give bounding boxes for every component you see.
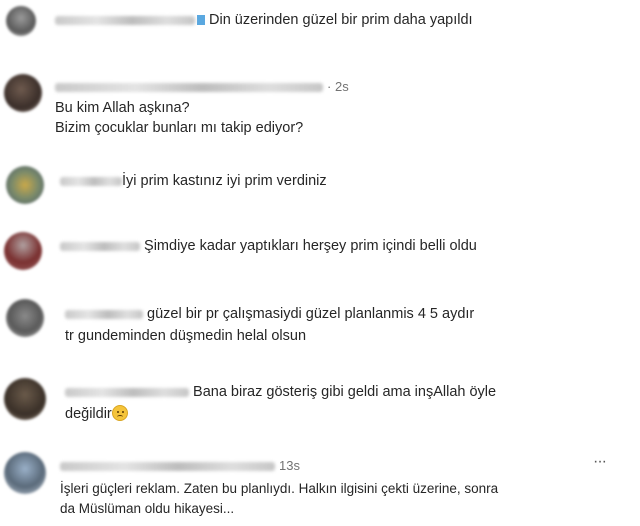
avatar[interactable] — [4, 452, 46, 494]
comment-text-row: Şimdiye kadar yaptıkları herşey prim içi… — [60, 237, 477, 255]
username-redacted[interactable] — [60, 241, 140, 251]
username-redacted[interactable] — [65, 387, 189, 397]
timestamp: 13s — [279, 458, 300, 473]
comment-text-row: İyi prim kastınız iyi prim verdiniz — [60, 172, 327, 190]
comment-text-row: güzel bir pr çalışmasiydi güzel planlanm… — [65, 305, 474, 323]
comment-text: da Müslüman oldu hikayesi... — [60, 501, 235, 516]
comment-text: İyi prim kastınız iyi prim verdiniz — [122, 173, 327, 189]
comment-text: Şimdiye kadar yaptıkları herşey prim içi… — [144, 238, 477, 254]
avatar[interactable] — [4, 378, 46, 420]
more-options-icon[interactable]: ··· — [593, 453, 607, 471]
comment-text: Bu kim Allah aşkına? — [55, 100, 190, 116]
username-redacted[interactable] — [55, 15, 195, 25]
comment-header: · 2s — [55, 78, 349, 96]
comment-text-row: değildir — [65, 405, 128, 423]
comment-text-row: Din üzerinden güzel bir prim daha yapıld… — [55, 11, 473, 29]
avatar[interactable] — [6, 6, 36, 36]
avatar[interactable] — [4, 74, 42, 112]
username-redacted[interactable] — [60, 176, 122, 186]
comment-text: güzel bir pr çalışmasiydi güzel planlanm… — [147, 306, 475, 322]
verified-icon — [197, 15, 205, 26]
timestamp: · 2s — [327, 79, 349, 94]
username-redacted[interactable] — [55, 82, 323, 92]
avatar[interactable] — [6, 166, 44, 204]
avatar[interactable] — [4, 232, 42, 270]
comment-text: Bana biraz gösteriş gibi geldi ama inşAl… — [193, 384, 497, 400]
disappointed-face-emoji — [111, 405, 128, 421]
username-redacted[interactable] — [60, 461, 275, 471]
comment-text: Din üzerinden güzel bir prim daha yapıld… — [209, 12, 473, 28]
username-redacted[interactable] — [65, 309, 143, 319]
comment-text-row: Bana biraz gösteriş gibi geldi ama inşAl… — [65, 383, 496, 401]
comment-text: Bizim çocuklar bunları mı takip ediyor? — [55, 120, 304, 136]
comment-text: İşleri güçleri reklam. Zaten bu planlıyd… — [60, 481, 499, 496]
avatar[interactable] — [6, 299, 44, 337]
comment-header: 13s — [60, 457, 300, 475]
comment-text: değildir — [65, 406, 112, 422]
comment-text: tr gundeminden düşmedin helal olsun — [65, 328, 307, 344]
